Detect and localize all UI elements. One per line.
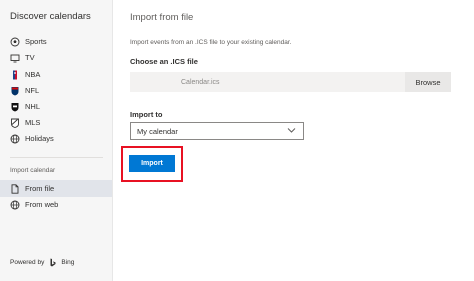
import-calendar-section-label: Import calendar — [10, 167, 56, 174]
chevron-down-icon — [287, 127, 296, 136]
powered-by-text: Powered by — [10, 259, 45, 266]
sidebar-item-tv[interactable]: TV — [0, 49, 112, 66]
sidebar-item-label: From file — [25, 184, 55, 193]
choose-file-label: Choose an .ICS file — [130, 57, 198, 66]
import-to-label: Import to — [130, 110, 163, 119]
import-calendar-window: Discover calendars Sports TV NBA NFL NHL… — [0, 0, 474, 281]
sidebar-item-nhl[interactable]: NHL — [0, 98, 112, 115]
sidebar-item-label: NFL — [25, 86, 40, 95]
sidebar-item-nba[interactable]: NBA — [0, 66, 112, 83]
import-description: Import events from an .ICS file to your … — [130, 39, 292, 46]
bing-logo-icon — [50, 258, 56, 267]
sidebar-item-label: TV — [25, 53, 35, 62]
sidebar-item-nfl[interactable]: NFL — [0, 82, 112, 99]
page-title: Import from file — [130, 12, 194, 23]
nba-logo-icon — [10, 70, 20, 80]
soccer-ball-icon — [10, 37, 20, 47]
sidebar-item-label: Sports — [25, 37, 47, 46]
calendar-select-dropdown[interactable]: My calendar — [130, 122, 304, 140]
sidebar-item-from-file[interactable]: From file — [0, 180, 112, 197]
sidebar: Discover calendars Sports TV NBA NFL NHL… — [0, 0, 113, 281]
mls-logo-icon — [10, 118, 20, 128]
sidebar-item-label: NBA — [25, 70, 41, 79]
sidebar-item-sports[interactable]: Sports — [0, 33, 112, 50]
sidebar-divider — [10, 157, 103, 158]
file-icon — [10, 183, 20, 194]
sidebar-item-label: From web — [25, 200, 59, 209]
bing-brand-text: Bing — [61, 259, 75, 266]
sidebar-item-holidays[interactable]: Holidays — [0, 130, 112, 147]
file-path-field[interactable]: Calendar.ics — [130, 72, 415, 92]
web-globe-icon — [10, 200, 20, 210]
sidebar-item-label: Holidays — [25, 134, 54, 143]
nfl-shield-icon — [10, 86, 20, 96]
import-button[interactable]: Import — [129, 155, 175, 172]
sidebar-item-from-web[interactable]: From web — [0, 196, 112, 213]
sidebar-item-mls[interactable]: MLS — [0, 114, 112, 131]
nhl-shield-icon — [10, 102, 20, 112]
tv-icon — [10, 53, 20, 63]
sidebar-item-label: MLS — [25, 118, 41, 127]
sidebar-item-label: NHL — [25, 102, 41, 111]
globe-icon — [10, 134, 20, 144]
powered-by-bing: Powered by Bing — [10, 258, 74, 267]
selected-calendar-value: My calendar — [137, 126, 178, 136]
import-panel: Import from file Import events from an .… — [113, 0, 474, 281]
sidebar-title: Discover calendars — [10, 11, 91, 22]
browse-button[interactable]: Browse — [405, 72, 451, 92]
